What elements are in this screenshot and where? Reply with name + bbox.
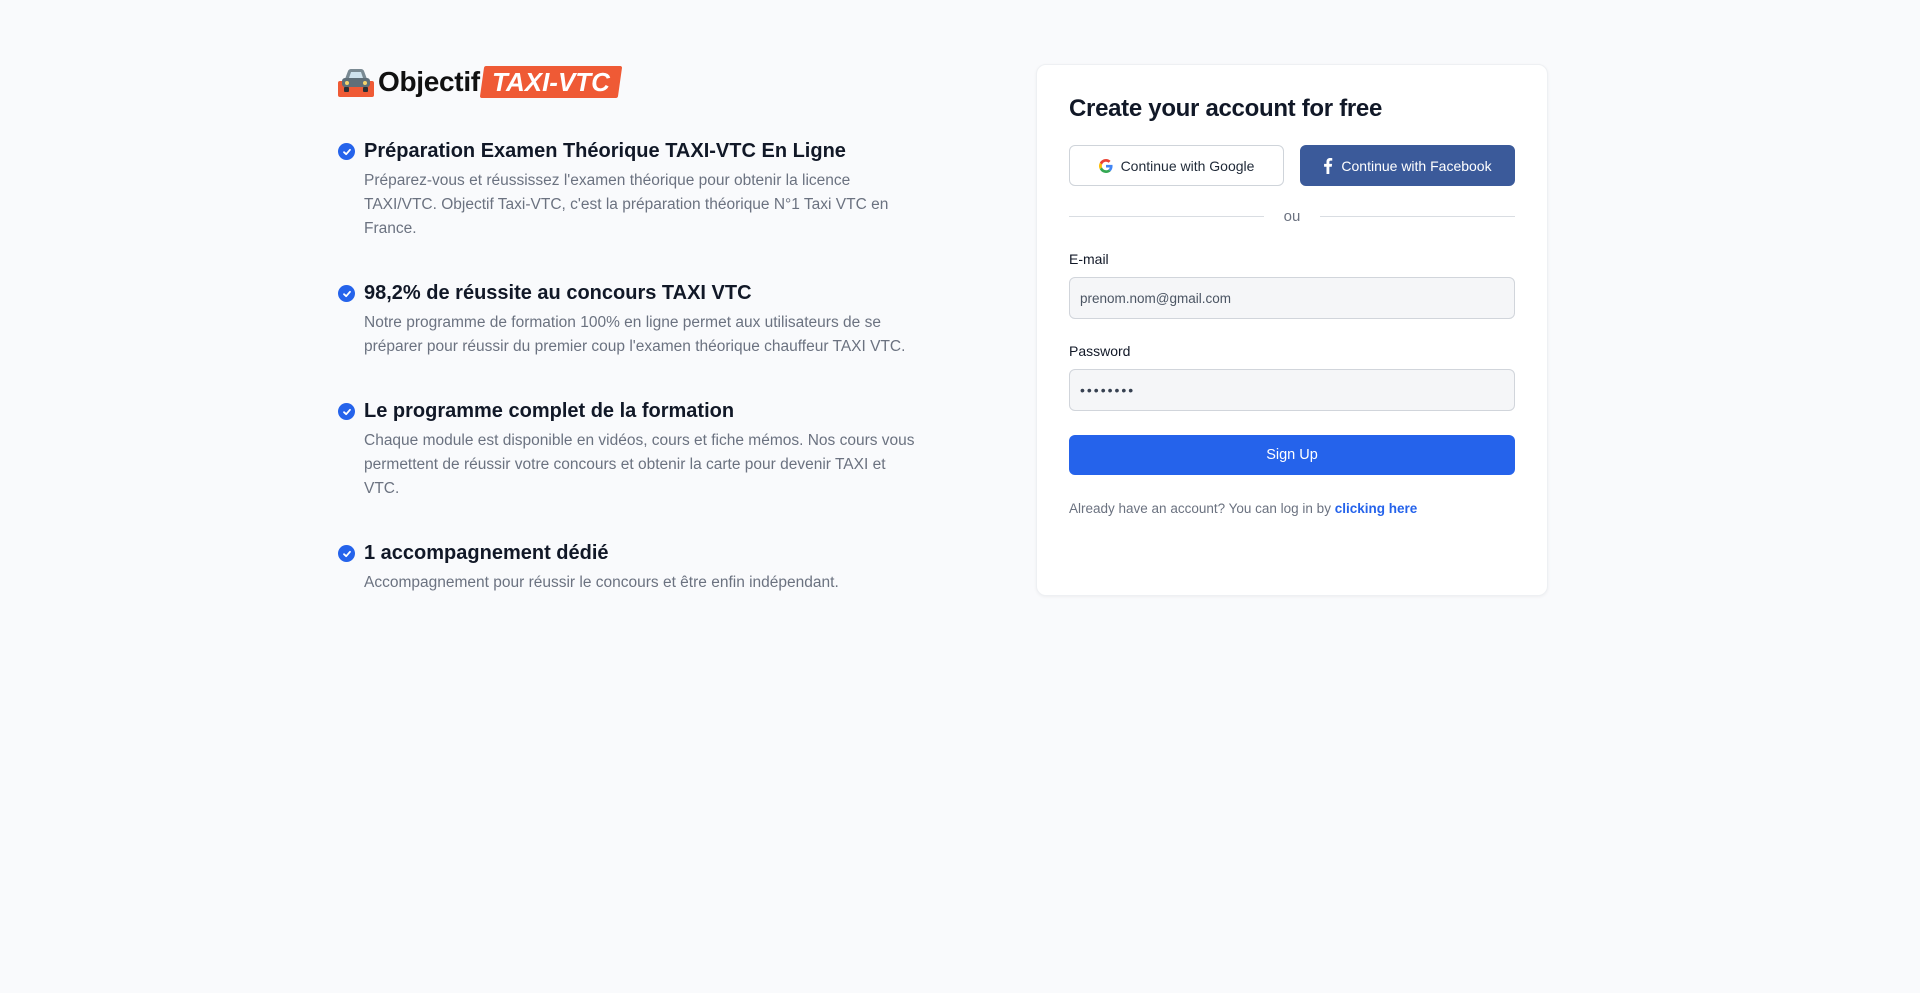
social-login-buttons: Continue with Google Continue with Faceb… [1069,145,1515,186]
feature-title: Préparation Examen Théorique TAXI-VTC En… [364,140,846,162]
login-prompt: Already have an account? You can log in … [1069,501,1515,516]
divider-text: ou [1283,208,1301,225]
feature-description: Notre programme de formation 100% en lig… [364,314,906,355]
feature-description: Préparez-vous et réussissez l'examen thé… [364,172,889,237]
sign-up-button[interactable]: Sign Up [1069,435,1515,475]
feature-title: Le programme complet de la formation [364,400,735,422]
check-circle-icon [338,285,355,302]
email-label: E-mail [1069,251,1109,267]
google-button-label: Continue with Google [1120,157,1255,174]
password-label: Password [1069,343,1131,359]
password-field[interactable] [1069,369,1515,411]
facebook-button-label: Continue with Facebook [1341,157,1492,174]
or-divider: ou [1069,208,1515,225]
feature-description: Chaque module est disponible en vidéos, … [364,432,915,497]
signup-title: Create your account for free [1069,95,1383,122]
feature-title: 98,2% de réussite au concours TAXI VTC [364,282,752,304]
divider-line [1069,216,1264,217]
facebook-icon [1323,157,1333,174]
feature-item: 98,2% de réussite au concours TAXI VTC N… [338,280,918,359]
divider-line [1320,216,1515,217]
feature-item: Le programme complet de la formation Cha… [338,398,918,501]
logo-badge: TAXI-VTC [479,66,623,98]
google-signin-button[interactable]: Continue with Google [1069,145,1284,186]
page: Objectif TAXI-VTC Préparation Examen Thé… [0,0,1920,993]
feature-list: Préparation Examen Théorique TAXI-VTC En… [338,138,918,595]
login-prompt-text: Already have an account? You can log in … [1069,501,1331,516]
feature-item: Préparation Examen Théorique TAXI-VTC En… [338,138,918,241]
feature-item: 1 accompagnement dédié Accompagnement po… [338,540,918,595]
check-circle-icon [338,403,355,420]
email-field[interactable] [1069,277,1515,319]
signup-card: Create your account for free Continue wi… [1036,64,1548,596]
google-icon [1098,158,1113,173]
logo-text: Objectif [378,66,480,97]
check-circle-icon [338,545,355,562]
feature-description: Accompagnement pour réussir le concours … [364,574,839,591]
login-link[interactable]: clicking here [1335,501,1418,516]
check-circle-icon [338,143,355,160]
logo[interactable]: Objectif TAXI-VTC [338,64,918,100]
features-column: Objectif TAXI-VTC Préparation Examen Thé… [338,64,918,595]
car-icon [338,69,374,97]
facebook-signin-button[interactable]: Continue with Facebook [1300,145,1515,186]
logo-badge-text: TAXI-VTC [491,67,610,97]
feature-title: 1 accompagnement dédié [364,542,609,564]
